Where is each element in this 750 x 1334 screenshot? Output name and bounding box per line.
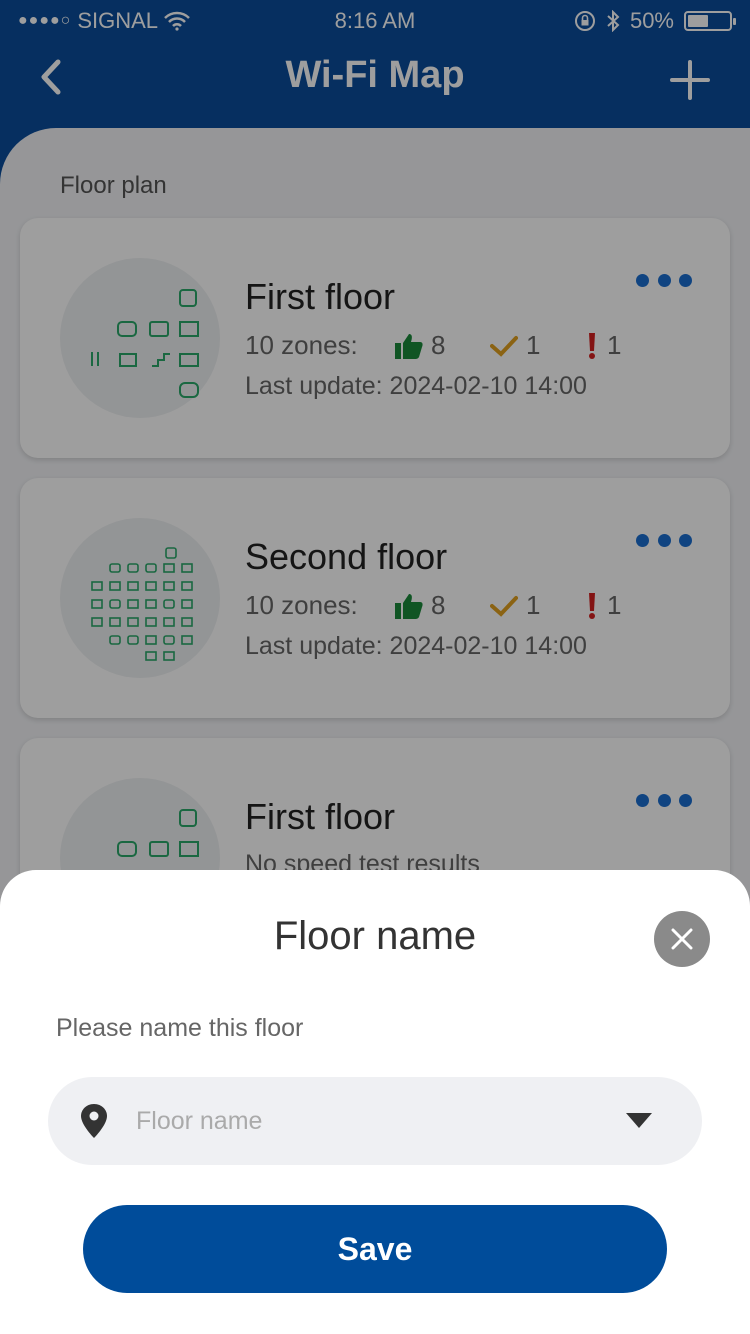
floor-name-input[interactable] <box>136 1099 596 1143</box>
field-label: Please name this floor <box>56 1014 304 1042</box>
sheet-title: Floor name <box>273 914 477 958</box>
location-pin-icon <box>81 1104 107 1138</box>
close-icon <box>671 928 693 950</box>
floor-name-sheet: Floor name Please name this floor Save <box>0 870 750 1334</box>
floor-name-field[interactable] <box>48 1077 702 1165</box>
close-button[interactable] <box>654 911 710 967</box>
save-button[interactable]: Save <box>83 1205 667 1293</box>
caret-down-icon[interactable] <box>626 1113 652 1128</box>
